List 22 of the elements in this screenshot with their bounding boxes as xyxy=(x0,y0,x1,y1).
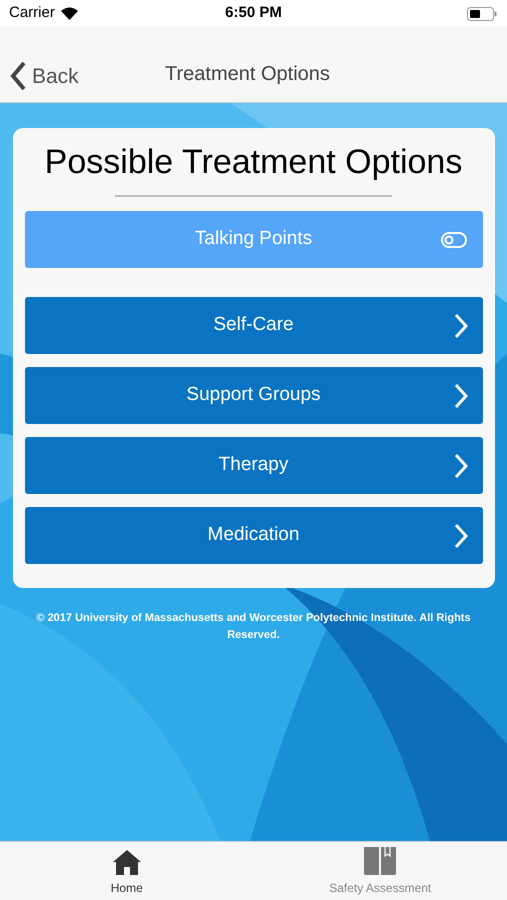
book-icon xyxy=(363,846,398,876)
back-button[interactable]: Back xyxy=(10,60,79,92)
chevron-right-icon xyxy=(454,522,468,548)
treatment-option-button[interactable]: Support Groups xyxy=(24,367,482,424)
carrier-label: Carrier xyxy=(9,3,55,24)
battery-icon xyxy=(467,6,497,20)
chevron-right-icon xyxy=(454,312,468,338)
tab-bar-item[interactable]: Home xyxy=(0,842,254,900)
home-icon xyxy=(112,848,142,876)
treatment-option-button[interactable]: Self-Care xyxy=(24,297,482,354)
copyright-text: © 2017 University of Massachusetts and Worcester Polytechnic Institute. All Rights Reserved. xyxy=(35,611,472,643)
chevron-right-icon xyxy=(454,382,468,408)
wifi-icon xyxy=(60,7,78,20)
talking-points-button[interactable]: Talking Points xyxy=(24,211,482,268)
nav-title: Treatment Options xyxy=(165,62,330,87)
treatment-option-button[interactable]: Medication xyxy=(24,507,482,564)
chevron-right-icon xyxy=(454,452,468,478)
card-title: Possible Treatment Options xyxy=(44,142,464,183)
tab-bar-item[interactable]: Safety Assessment xyxy=(254,842,507,900)
treatment-option-button[interactable]: Therapy xyxy=(24,437,482,494)
back-chevron-icon xyxy=(10,61,26,92)
status-time: 6:50 PM xyxy=(225,3,282,24)
